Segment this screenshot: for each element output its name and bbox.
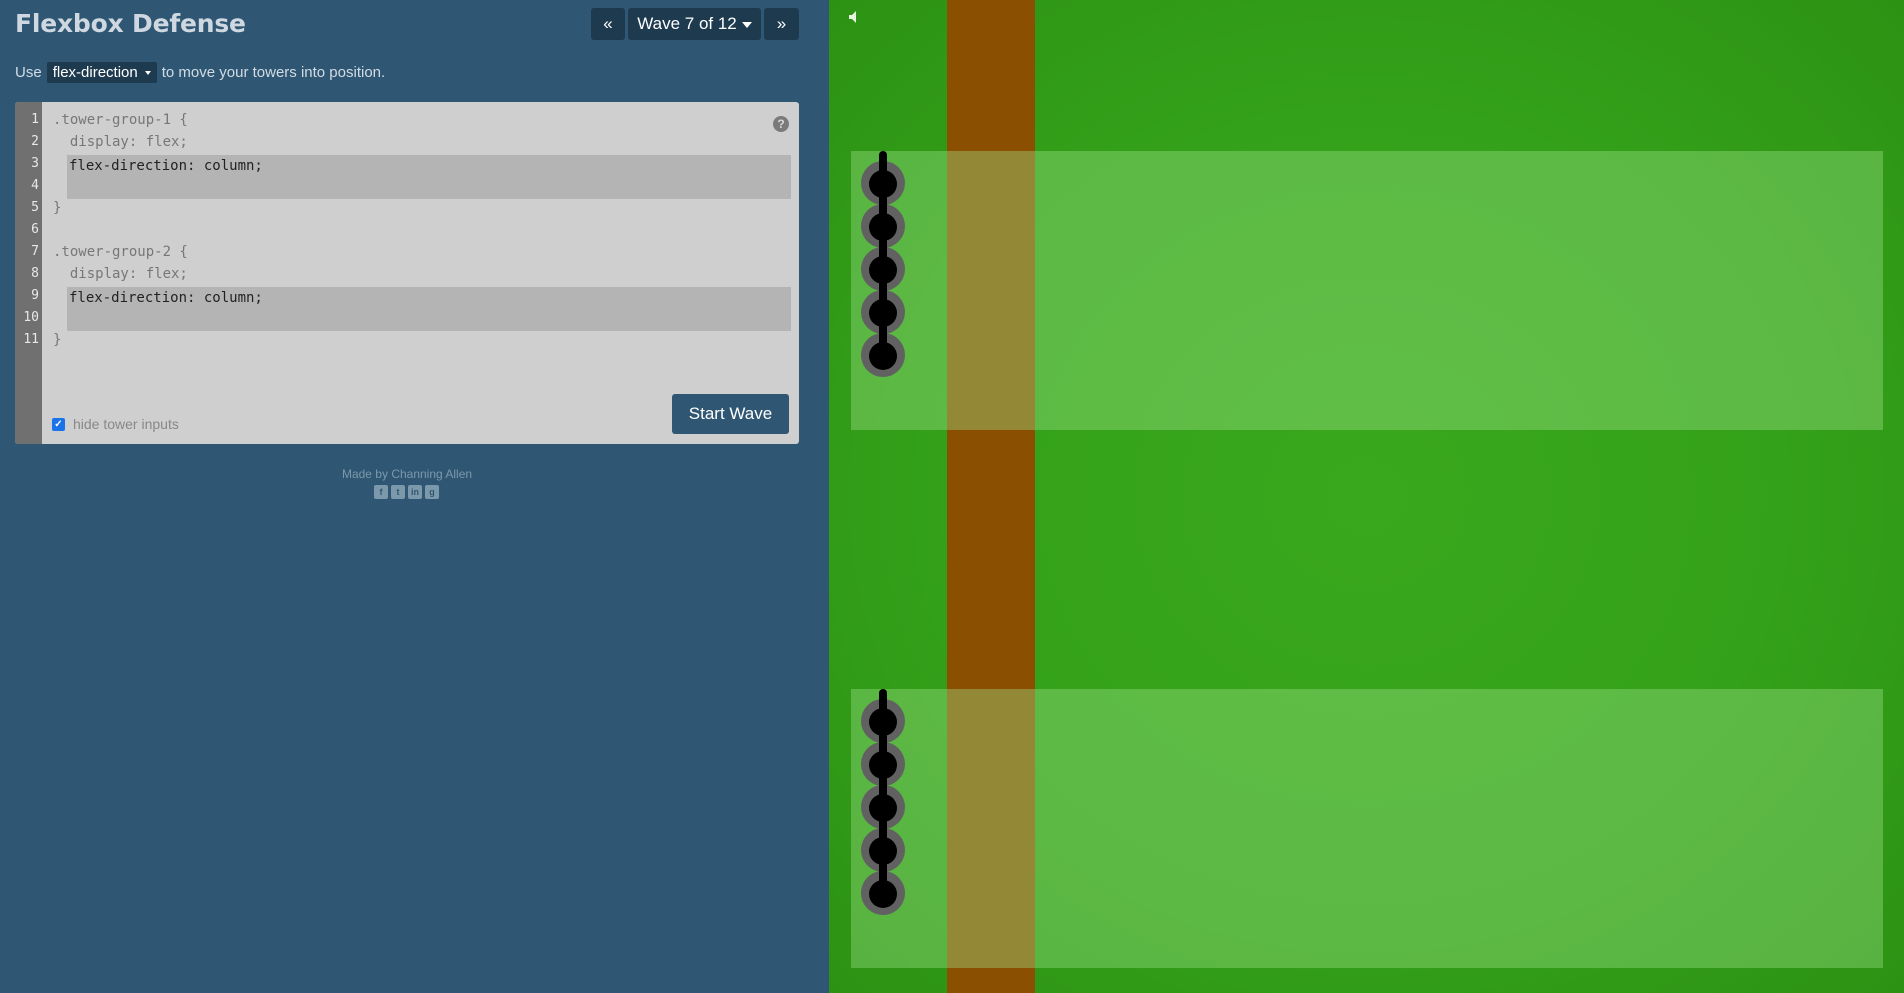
hide-inputs-label: hide tower inputs: [73, 416, 179, 432]
code-close-group-1: }: [53, 200, 62, 216]
twitter-icon[interactable]: t: [391, 485, 405, 499]
code-selector-group-2: .tower-group-2 {: [53, 244, 188, 260]
code-close-group-2: }: [53, 332, 62, 348]
tower-2-5: [861, 861, 905, 915]
line-number: 5: [31, 200, 39, 215]
hide-inputs-toggle[interactable]: ✓ hide tower inputs: [52, 416, 179, 432]
line-number: 2: [31, 134, 39, 149]
control-panel: Flexbox Defense « Wave 7 of 12 » Use fle…: [0, 0, 829, 993]
line-number: 1: [31, 112, 39, 127]
tower-group-1-input-1[interactable]: [67, 155, 791, 177]
code-display-group-1: display: flex;: [53, 134, 188, 150]
instruction-prefix: Use: [15, 64, 42, 81]
line-number: 7: [31, 244, 39, 259]
credit-text: Made by Channing Allen: [341, 467, 473, 481]
code-editor: 1 2 3 4 5 6 7 8 9 10 11 .tower-group-1 {…: [15, 102, 799, 444]
sound-icon[interactable]: [848, 10, 862, 24]
chevron-down-icon: [741, 22, 752, 28]
line-number: 11: [23, 332, 39, 347]
tower-group-2-input-1[interactable]: [67, 287, 791, 309]
instruction-text: Use flex-direction to move your towers i…: [15, 62, 385, 83]
instruction-suffix: to move your towers into position.: [161, 64, 386, 81]
social-links: f t in g: [374, 485, 439, 499]
line-number: 6: [31, 222, 39, 237]
help-icon[interactable]: ?: [773, 116, 789, 132]
line-number: 4: [31, 178, 39, 193]
code-display-group-2: display: flex;: [53, 266, 188, 282]
linkedin-icon[interactable]: in: [408, 485, 422, 499]
tower-group-2-zone: [851, 689, 1883, 968]
start-wave-button[interactable]: Start Wave: [672, 394, 789, 434]
tower-group-1-zone: [851, 151, 1883, 430]
line-number: 10: [23, 310, 39, 325]
tower-1-5: [861, 323, 905, 377]
checkbox[interactable]: ✓: [52, 417, 65, 431]
property-dropdown[interactable]: flex-direction: [46, 62, 157, 83]
code-selector-group-1: .tower-group-1 {: [53, 112, 188, 128]
page-title: Flexbox Defense: [15, 9, 246, 38]
caret-down-icon: [144, 70, 151, 75]
line-number: 9: [31, 288, 39, 303]
line-number-gutter: 1 2 3 4 5 6 7 8 9 10 11: [15, 102, 42, 444]
tower-group-1-input-2[interactable]: [67, 177, 791, 199]
next-wave-button[interactable]: »: [764, 8, 799, 40]
line-number: 8: [31, 266, 39, 281]
line-number: 3: [31, 156, 39, 171]
facebook-icon[interactable]: f: [374, 485, 388, 499]
github-icon[interactable]: g: [425, 485, 439, 499]
property-label: flex-direction: [52, 64, 138, 81]
wave-selector-button[interactable]: Wave 7 of 12: [628, 8, 761, 40]
previous-wave-button[interactable]: «: [591, 8, 625, 40]
tower-group-2-input-2[interactable]: [67, 309, 791, 331]
game-board: [829, 0, 1904, 993]
wave-label: Wave 7 of 12: [637, 14, 737, 33]
